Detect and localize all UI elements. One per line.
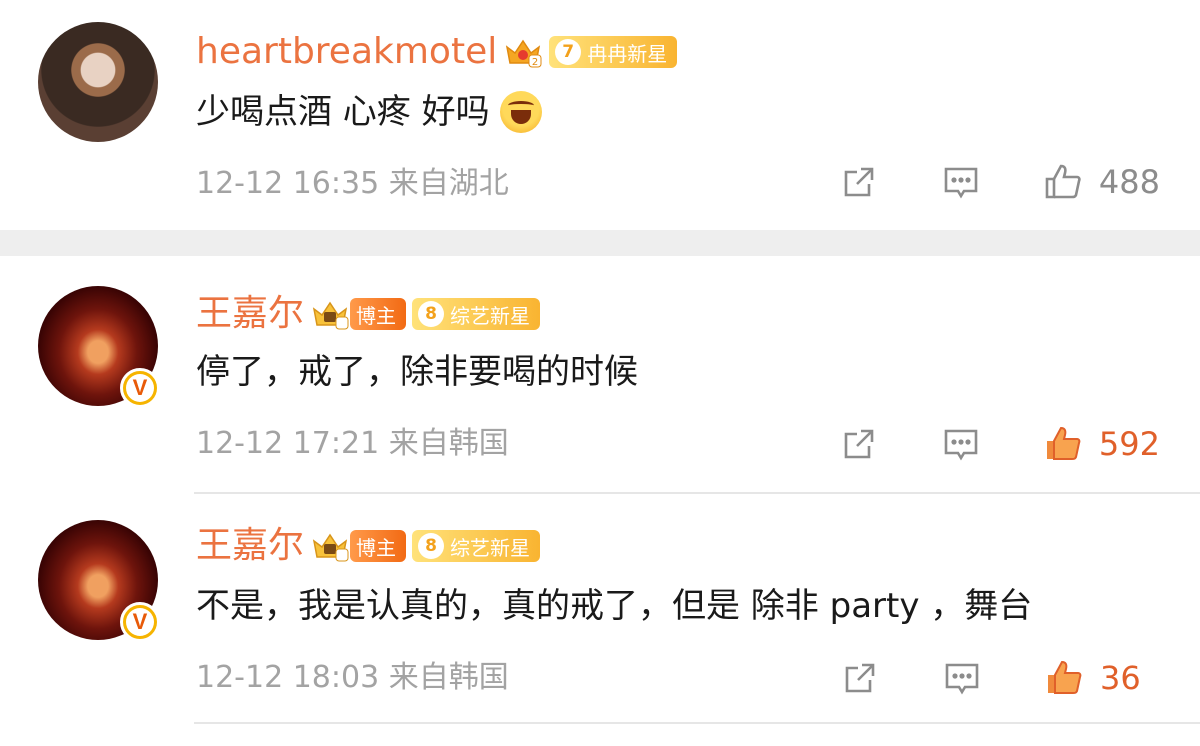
comment-text-body: 少喝点酒 心疼 好吗 (196, 92, 490, 132)
location: 来自韩国 (388, 426, 509, 461)
timestamp: 12-12 18:03 (196, 660, 380, 695)
comment-text: 少喝点酒 心疼 好吗 (196, 90, 542, 134)
comment-meta: 12-12 17:21 来自韩国 (196, 424, 509, 464)
share-icon[interactable] (837, 422, 881, 466)
verified-v-icon: V (120, 368, 160, 408)
level-number: 7 (555, 39, 582, 65)
share-icon[interactable] (837, 160, 881, 204)
thumbs-up-icon (1041, 422, 1085, 466)
like-count: 36 (1100, 659, 1141, 697)
level-badge[interactable]: 7 冉冉新星 (549, 36, 678, 68)
verified-v-icon: V (120, 602, 160, 642)
comment-text: 不是，我是认真的，真的戒了，但是 除非 party ，舞台 (196, 584, 1032, 628)
crown-gold-icon[interactable] (310, 529, 350, 563)
avatar[interactable]: V (38, 520, 160, 642)
level-number: 8 (418, 533, 445, 559)
crown-gold-icon[interactable] (310, 297, 350, 331)
username[interactable]: 王嘉尔 (196, 524, 304, 568)
level-label: 冉冉新星 (587, 41, 668, 66)
username[interactable]: heartbreakmotel (196, 30, 497, 74)
comment-text-body: 不是，我是认真的，真的戒了，但是 除非 party ，舞台 (196, 586, 1033, 626)
crying-face-icon (499, 91, 542, 133)
thumbs-up-icon (1042, 656, 1086, 700)
comment-text-body: 停了，戒了，除非要喝的时候 (196, 352, 638, 392)
avatar[interactable]: V (38, 286, 160, 408)
comment-icon[interactable] (939, 422, 983, 466)
avatar[interactable] (38, 22, 158, 142)
level-label: 综艺新星 (450, 535, 531, 560)
timestamp: 12-12 17:21 (196, 426, 380, 461)
comment-meta: 12-12 18:03 来自韩国 (196, 658, 509, 698)
level-number: 8 (418, 301, 445, 327)
role-badge[interactable]: 博主 (350, 298, 407, 330)
timestamp: 12-12 16:35 (196, 166, 380, 201)
share-icon[interactable] (838, 656, 882, 700)
comment-text: 停了，戒了，除非要喝的时候 (196, 350, 638, 394)
role-badge[interactable]: 博主 (350, 530, 407, 562)
svg-text:2: 2 (532, 57, 538, 68)
comment-divider (194, 722, 1200, 724)
level-badge[interactable]: 8 综艺新星 (412, 298, 541, 330)
thumbs-up-icon (1041, 160, 1085, 204)
comment-divider (194, 492, 1200, 494)
section-divider (0, 230, 1200, 256)
location: 来自湖北 (388, 166, 509, 201)
like-count: 488 (1098, 163, 1160, 201)
like-button[interactable]: 36 (1042, 656, 1160, 700)
level-badge[interactable]: 8 综艺新星 (412, 530, 541, 562)
location: 来自韩国 (388, 660, 509, 695)
level-label: 综艺新星 (450, 303, 531, 328)
comment-meta: 12-12 16:35 来自湖北 (196, 164, 509, 204)
username[interactable]: 王嘉尔 (196, 292, 304, 336)
like-count: 592 (1098, 425, 1160, 463)
comment-icon[interactable] (939, 160, 983, 204)
crown-2-icon[interactable]: 2 (503, 35, 543, 69)
like-button[interactable]: 592 (1041, 422, 1160, 466)
comment-icon[interactable] (940, 656, 984, 700)
like-button[interactable]: 488 (1041, 160, 1160, 204)
